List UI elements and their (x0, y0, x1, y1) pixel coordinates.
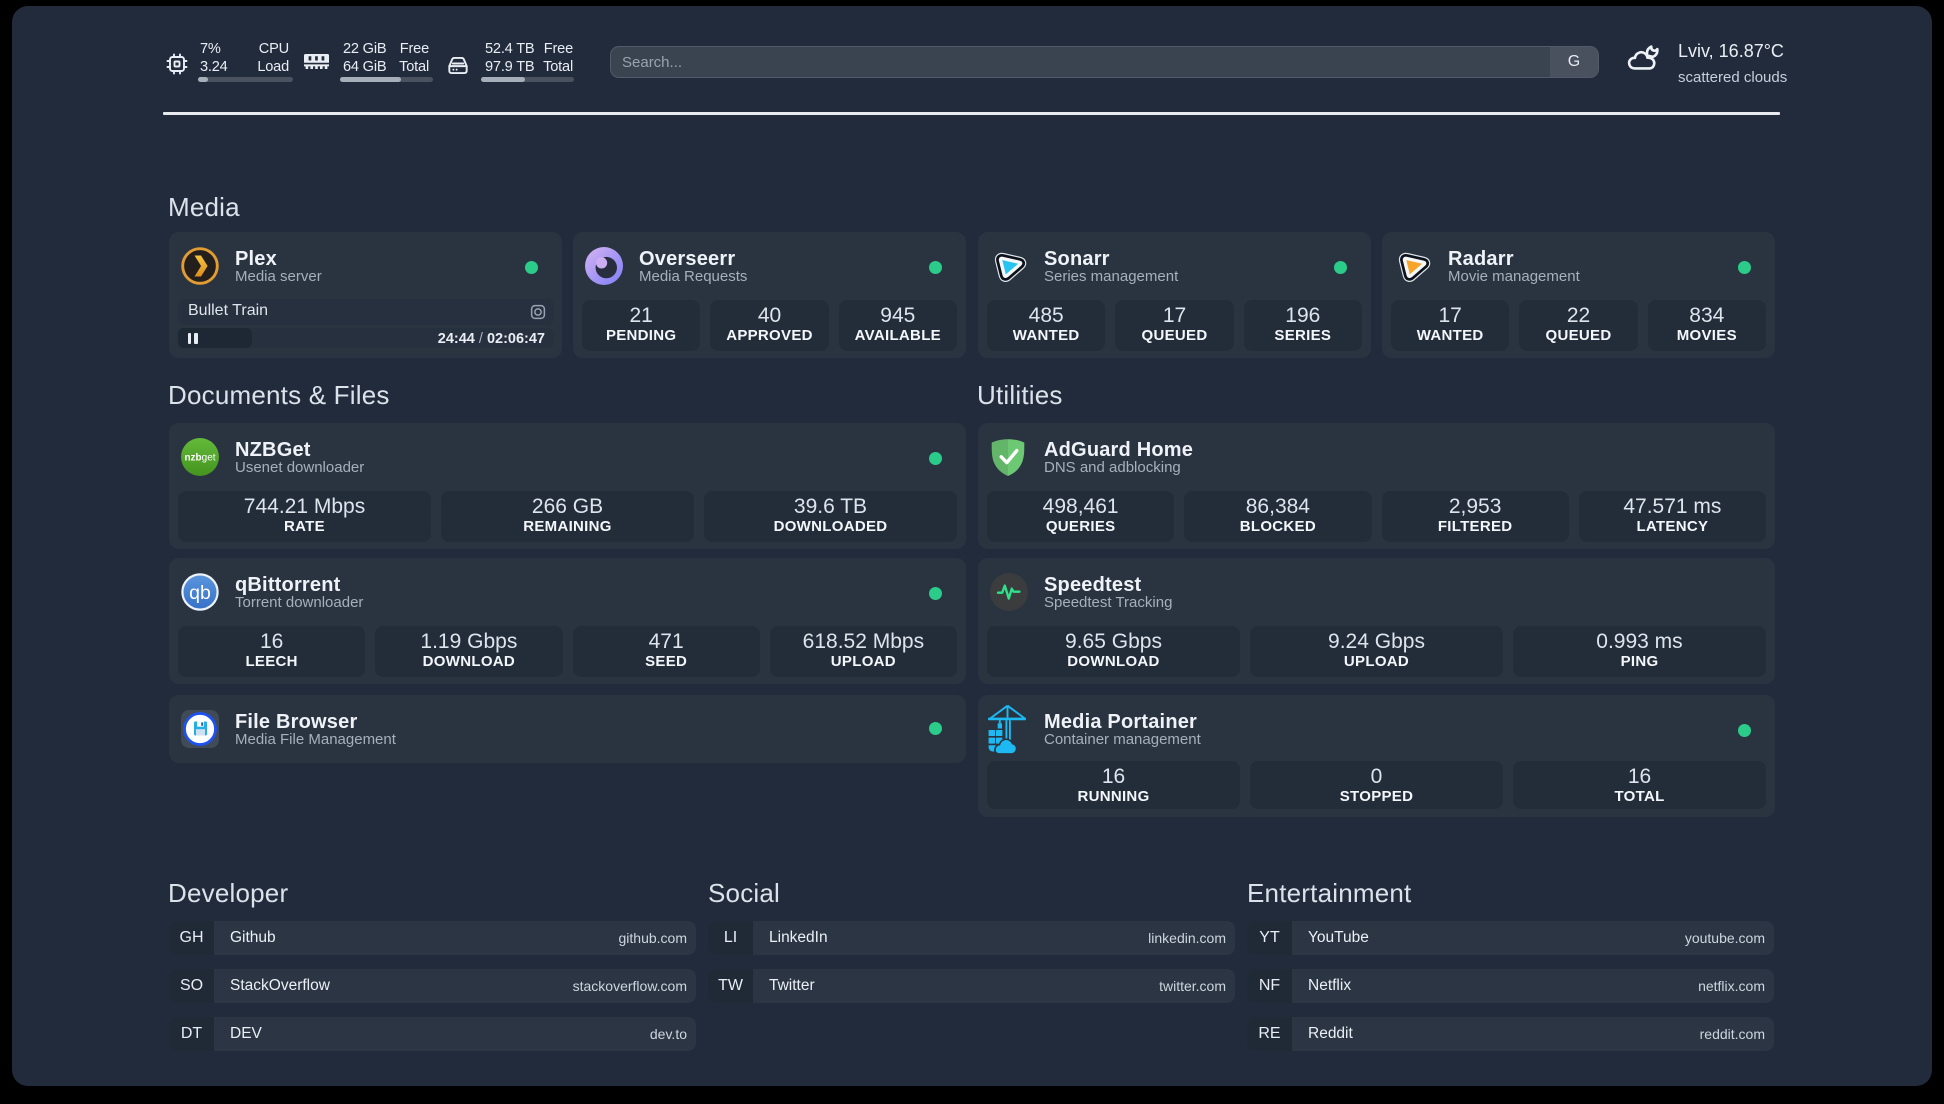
svg-text:nzbget: nzbget (184, 453, 215, 464)
svg-text:qb: qb (189, 582, 211, 604)
